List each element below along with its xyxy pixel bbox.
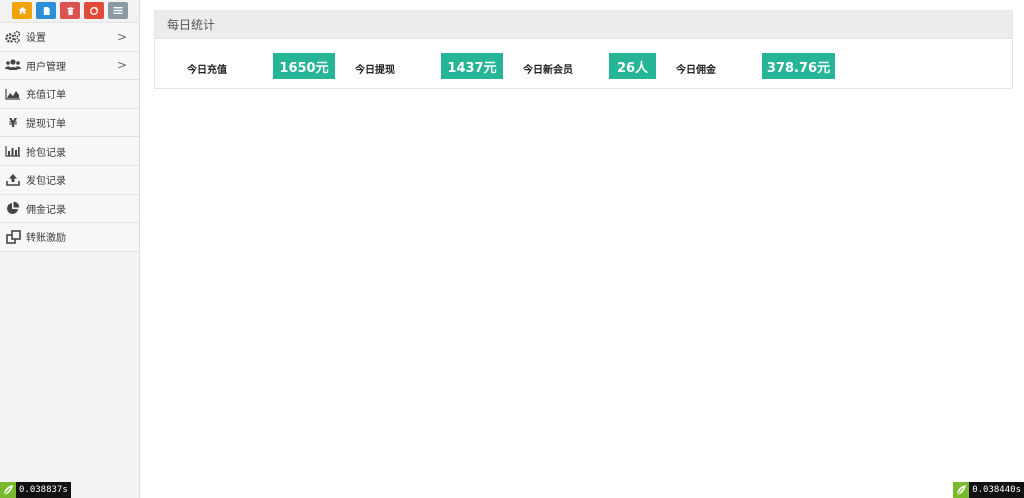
sidebar-item-settings[interactable]: 设置 > [0,23,139,52]
shortcut-bar [0,0,139,22]
leaf-logo-icon [0,482,16,498]
stat-label-recharge: 今日充值 [187,65,227,76]
main-content: 每日统计 今日充值 1650元 今日提现 1437元 今日新会员 26人 今日佣… [140,0,1024,498]
recycle-icon [90,6,98,15]
sidebar-item-commission-records[interactable]: 佣金记录 [0,194,139,224]
daily-stats-panel: 每日统计 今日充值 1650元 今日提现 1437元 今日新会员 26人 今日佣… [154,10,1013,89]
transfer-icon [5,229,21,245]
sidebar-item-send-records[interactable]: 发包记录 [0,165,139,195]
pie-chart-icon [5,200,21,216]
stat-value-new-members: 26人 [609,53,656,79]
timer-value: 0.038837s [16,482,71,498]
trash-icon [66,6,74,15]
document-shortcut-button[interactable] [36,2,56,19]
home-shortcut-button[interactable] [12,2,32,19]
users-icon [5,57,21,73]
stat-value-recharge: 1650元 [273,53,335,79]
sidebar-item-label: 转账激励 [26,233,66,245]
sidebar-item-label: 提现订单 [26,119,66,131]
sidebar-item-user-management[interactable]: 用户管理 > [0,51,139,81]
stats-row: 今日充值 1650元 今日提现 1437元 今日新会员 26人 今日佣金 378… [155,39,1012,89]
stat-label-commission: 今日佣金 [676,65,716,76]
chevron-right-icon: > [116,58,127,73]
sidebar-item-label: 充值订单 [26,90,66,102]
document-icon [43,6,50,15]
yen-icon: ¥ [8,115,18,130]
sidebar-item-label: 发包记录 [26,176,66,188]
sidebar-item-label: 抢包记录 [26,147,66,159]
sidebar-item-transfer-incentive[interactable]: 转账激励 [0,223,139,252]
gears-icon [5,29,21,45]
sidebar-item-grab-records[interactable]: 抢包记录 [0,137,139,166]
stat-label-withdraw: 今日提现 [355,65,395,76]
bar-chart-icon [5,143,21,159]
area-chart-icon [5,86,21,102]
sidebar-item-recharge-orders[interactable]: 充值订单 [0,80,139,109]
stat-label-new-members: 今日新会员 [523,65,573,76]
sidebar-item-withdraw-orders[interactable]: ¥ 提现订单 [0,108,139,138]
home-icon [17,6,27,15]
sidebar-nav: 设置 > 用户管理 > 充值订单 ¥ 提现订单 抢包记录 发包记录 佣金记录 转… [0,22,139,252]
stat-value-withdraw: 1437元 [441,53,503,79]
timer-value: 0.038440s [969,482,1024,498]
upload-icon [5,172,21,188]
chevron-right-icon: > [116,29,127,44]
sidebar-item-label: 设置 [26,33,46,45]
recycle-shortcut-button[interactable] [84,2,104,19]
trash-shortcut-button[interactable] [60,2,80,19]
sidebar-item-label: 用户管理 [26,61,66,73]
list-shortcut-button[interactable] [108,2,128,19]
panel-title: 每日统计 [155,11,1012,39]
leaf-logo-icon [953,482,970,498]
sidebar: 设置 > 用户管理 > 充值订单 ¥ 提现订单 抢包记录 发包记录 佣金记录 转… [0,0,140,498]
list-icon [113,7,123,14]
render-timer-left: 0.038837s [0,482,71,498]
stat-value-commission: 378.76元 [762,53,835,79]
sidebar-item-label: 佣金记录 [26,204,66,216]
render-timer-right: 0.038440s [953,482,1024,498]
